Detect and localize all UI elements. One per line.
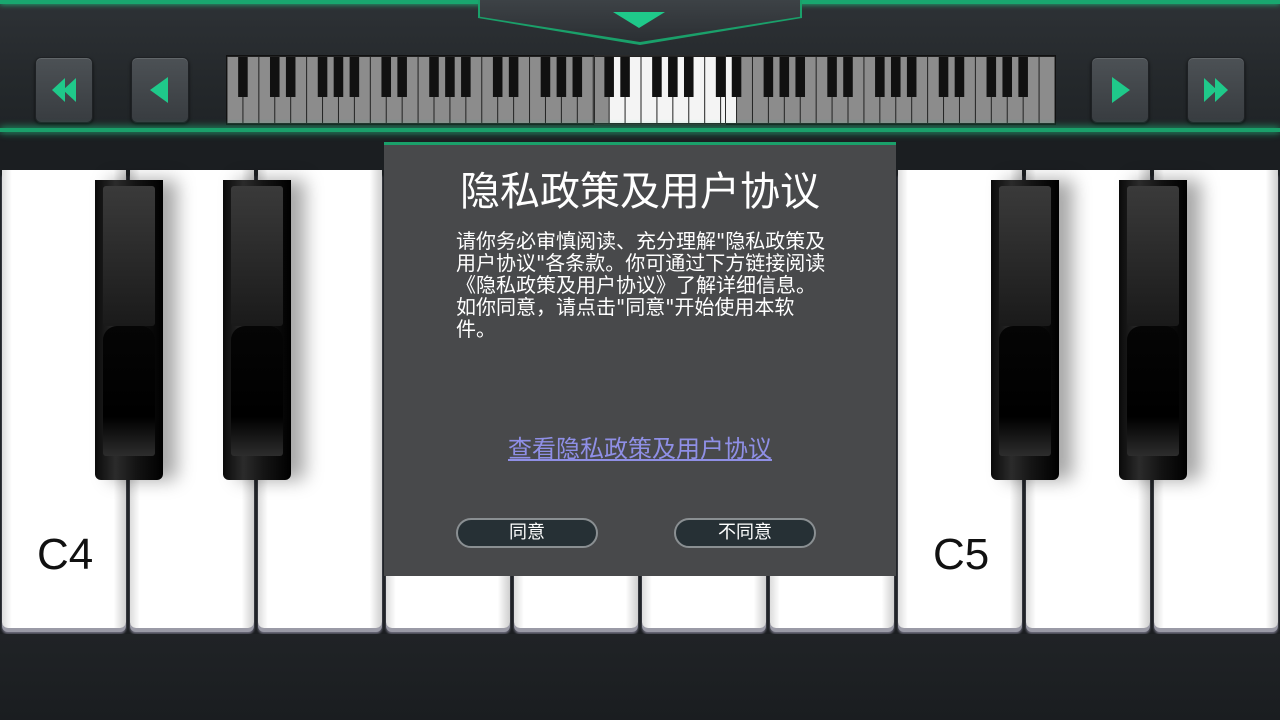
mini-black-key (827, 57, 837, 97)
mini-black-key (317, 57, 328, 97)
mini-black-key (875, 57, 885, 97)
mini-black-key (269, 57, 280, 97)
mini-black-key (795, 57, 806, 97)
double-left-arrow-icon (52, 78, 76, 102)
privacy-policy-dialog: 隐私政策及用户协议 请你务必审慎阅读、充分理解"隐私政策及用户协议"各条款。你可… (384, 142, 896, 576)
mini-black-key (731, 57, 742, 97)
mini-black-key (333, 57, 344, 97)
agree-button[interactable]: 同意 (456, 518, 598, 548)
mini-keyboard-visible-range[interactable] (594, 55, 726, 125)
mini-black-key (492, 57, 503, 97)
key-label-c5: C5 (933, 530, 990, 579)
mini-black-key (238, 57, 248, 97)
dialog-title: 隐私政策及用户协议 (460, 169, 820, 215)
mini-black-key (1018, 57, 1028, 97)
toolbar-bottom-accent-line (0, 128, 1280, 132)
mini-black-key (397, 57, 407, 97)
mini-black-key (429, 57, 439, 97)
top-toolbar (0, 0, 1280, 135)
mini-black-key (445, 57, 455, 97)
previous-octave-button[interactable] (131, 57, 189, 123)
key-label-c4: C4 (37, 530, 94, 579)
dialog-message: 请你务必审慎阅读、充分理解"隐私政策及用户协议"各条款。你可通过下方链接阅读《隐… (456, 229, 826, 341)
black-key-c-sharp-5[interactable] (991, 180, 1059, 480)
mini-black-key (954, 57, 965, 97)
mini-black-key (763, 57, 774, 97)
mini-black-key (285, 57, 296, 97)
mini-black-key (986, 57, 997, 97)
view-privacy-policy-link[interactable]: 查看隐私政策及用户协议 (384, 429, 896, 464)
mini-black-key (461, 57, 471, 97)
mini-black-key (843, 57, 853, 97)
fast-forward-button[interactable] (1187, 57, 1245, 123)
mini-white-key (1039, 57, 1055, 123)
mini-black-key (349, 57, 360, 97)
mini-black-key (572, 57, 583, 97)
mini-black-key (508, 57, 519, 97)
double-right-arrow-icon (1204, 78, 1228, 102)
black-key-d-sharp-4[interactable] (223, 180, 291, 480)
next-octave-button[interactable] (1091, 57, 1149, 123)
mini-black-key (381, 57, 392, 97)
mini-black-key (556, 57, 567, 97)
black-key-c-sharp-4[interactable] (95, 180, 163, 480)
mini-black-key (779, 57, 790, 97)
disagree-button[interactable]: 不同意 (674, 518, 816, 548)
mini-black-key (906, 57, 917, 97)
chevron-down-icon[interactable] (613, 12, 665, 28)
bottom-bar (0, 634, 1280, 720)
right-arrow-icon (1112, 77, 1130, 103)
black-key-d-sharp-5[interactable] (1119, 180, 1187, 480)
mini-black-key (1002, 57, 1013, 97)
fast-rewind-button[interactable] (35, 57, 93, 123)
mini-black-key (890, 57, 901, 97)
left-arrow-icon (150, 77, 168, 103)
mini-black-key (540, 57, 551, 97)
mini-black-key (938, 57, 949, 97)
